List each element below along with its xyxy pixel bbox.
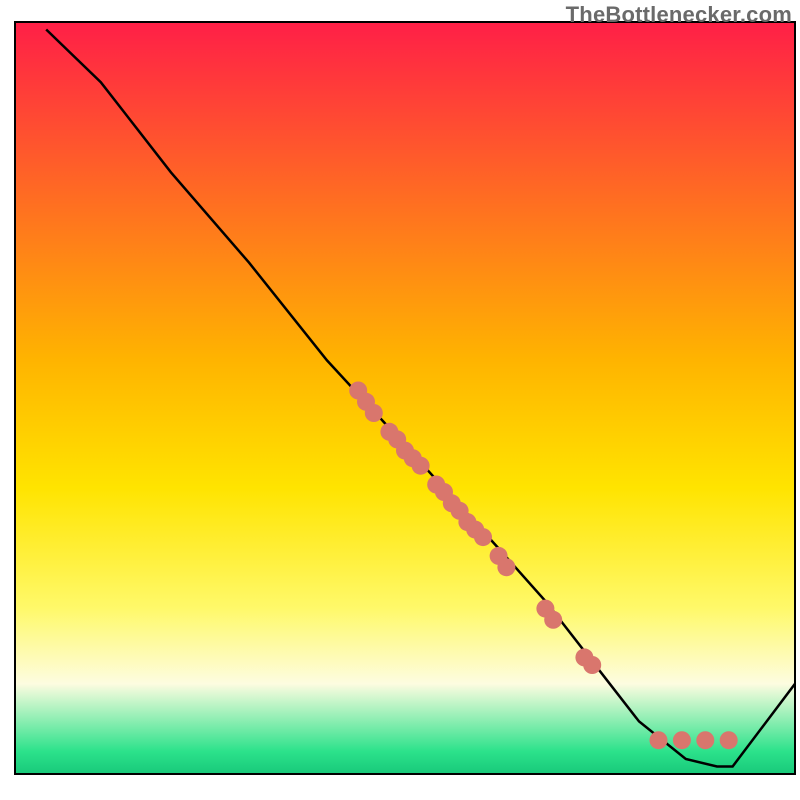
chart-container: TheBottlenecker.com <box>0 0 800 800</box>
marker-dot <box>412 457 430 475</box>
marker-dot <box>544 611 562 629</box>
marker-dot <box>720 731 738 749</box>
chart-svg <box>0 0 800 800</box>
marker-dot <box>583 656 601 674</box>
marker-dot <box>673 731 691 749</box>
watermark-text: TheBottlenecker.com <box>566 2 792 28</box>
marker-dot <box>696 731 714 749</box>
marker-dot <box>365 404 383 422</box>
marker-dot <box>497 558 515 576</box>
gradient-background <box>15 22 795 774</box>
marker-dot <box>474 528 492 546</box>
marker-dot <box>650 731 668 749</box>
